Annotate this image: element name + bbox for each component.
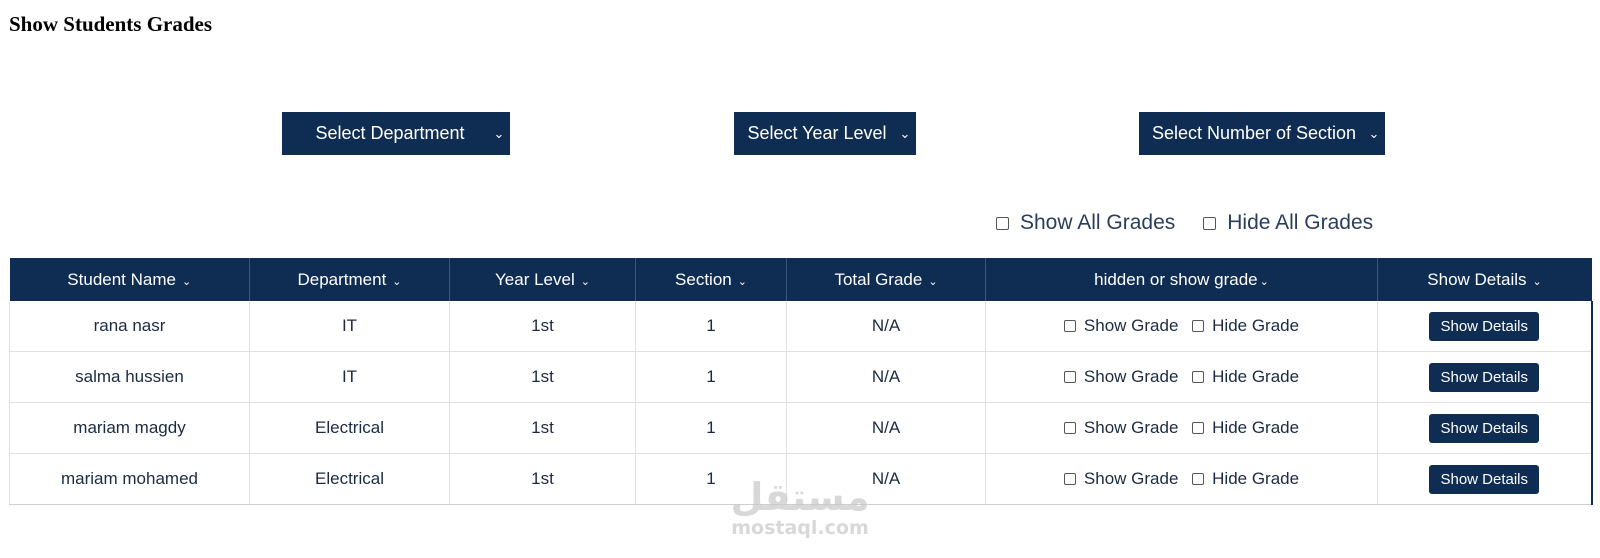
- section-select[interactable]: Select Number of Section ⌄: [1139, 112, 1385, 155]
- grade-visibility-cell: Show Grade Hide Grade: [985, 402, 1378, 454]
- chevron-down-icon: ⌄: [1532, 275, 1542, 288]
- show-grade-label: Show Grade: [1083, 366, 1179, 386]
- year-level-cell: 1st: [449, 301, 636, 352]
- header-department[interactable]: Department ⌄: [249, 258, 450, 301]
- total-grade-cell: N/A: [786, 351, 986, 403]
- show-grade-label: Show Grade: [1083, 315, 1179, 335]
- show-grade-toggle[interactable]: Show Grade: [1063, 468, 1179, 489]
- department-select[interactable]: Select Department ⌄: [282, 112, 510, 155]
- section-cell: 1: [635, 453, 787, 505]
- student-name-cell: mariam magdy: [9, 402, 250, 454]
- chevron-down-icon: ⌄: [737, 275, 747, 288]
- table-row: mariam mohamed Electrical 1st 1 N/A Show…: [9, 453, 1593, 505]
- show-details-cell: Show Details: [1377, 351, 1593, 403]
- year-level-cell: 1st: [449, 351, 636, 403]
- hide-grade-checkbox[interactable]: [1192, 421, 1205, 434]
- hide-grade-toggle[interactable]: Hide Grade: [1192, 469, 1299, 489]
- chevron-down-icon: ⌄: [928, 275, 938, 288]
- show-grade-checkbox[interactable]: [1063, 421, 1076, 434]
- total-grade-cell: N/A: [786, 402, 986, 454]
- table-row: rana nasr IT 1st 1 N/A Show Grade Hide G…: [9, 301, 1593, 352]
- show-details-button[interactable]: Show Details: [1429, 311, 1540, 341]
- show-grade-toggle[interactable]: Show Grade: [1063, 417, 1179, 438]
- chevron-down-icon: ⌄: [580, 275, 590, 288]
- table-row: mariam magdy Electrical 1st 1 N/A Show G…: [9, 402, 1593, 454]
- show-grade-checkbox[interactable]: [1063, 370, 1076, 383]
- department-cell: Electrical: [249, 453, 450, 505]
- header-total-grade[interactable]: Total Grade ⌄: [786, 258, 986, 301]
- student-name-cell: rana nasr: [9, 301, 250, 352]
- show-grade-toggle[interactable]: Show Grade: [1063, 315, 1179, 336]
- year-level-select[interactable]: Select Year Level ⌄: [734, 112, 916, 155]
- section-cell: 1: [635, 351, 787, 403]
- show-grade-checkbox[interactable]: [1063, 472, 1076, 485]
- department-cell: IT: [249, 301, 450, 352]
- hide-grade-checkbox[interactable]: [1192, 472, 1205, 485]
- section-cell: 1: [635, 402, 787, 454]
- page-title: Show Students Grades: [9, 12, 213, 36]
- show-grade-toggle[interactable]: Show Grade: [1063, 366, 1179, 387]
- student-name-cell: mariam mohamed: [9, 453, 250, 505]
- total-grade-cell: N/A: [786, 453, 986, 505]
- header-show-details[interactable]: Show Details ⌄: [1377, 258, 1592, 301]
- show-details-cell: Show Details: [1377, 301, 1593, 352]
- hide-grade-checkbox[interactable]: [1192, 319, 1205, 332]
- department-cell: IT: [249, 351, 450, 403]
- grades-table: Student Name ⌄ Department ⌄ Year Level ⌄ Se…: [9, 258, 1593, 505]
- global-grade-toggles: Show All Grades Hide All Grades: [996, 211, 1373, 235]
- year-level-cell: 1st: [449, 453, 636, 505]
- total-grade-cell: N/A: [786, 301, 986, 352]
- header-grade-visibility[interactable]: hidden or show grade ⌄: [985, 258, 1378, 301]
- show-details-button[interactable]: Show Details: [1429, 413, 1540, 443]
- table-header-row: Student Name ⌄ Department ⌄ Year Level ⌄ Se…: [9, 258, 1592, 301]
- year-level-select-label: Select Year Level: [747, 123, 887, 143]
- header-year-level[interactable]: Year Level ⌄: [449, 258, 636, 301]
- section-select-label: Select Number of Section: [1151, 123, 1357, 143]
- student-name-cell: salma hussien: [9, 351, 250, 403]
- hide-all-grades-label: Hide All Grades: [1227, 211, 1374, 234]
- watermark-latin-text: mostaql.com: [731, 517, 869, 539]
- section-cell: 1: [635, 301, 787, 352]
- header-student-name[interactable]: Student Name ⌄: [9, 258, 250, 301]
- grade-visibility-cell: Show Grade Hide Grade: [985, 301, 1378, 352]
- chevron-down-icon: ⌄: [899, 125, 911, 141]
- show-all-grades-checkbox[interactable]: [996, 216, 1009, 230]
- hide-grade-toggle[interactable]: Hide Grade: [1192, 316, 1299, 336]
- department-cell: Electrical: [249, 402, 450, 454]
- show-all-grades-label: Show All Grades: [1020, 211, 1176, 234]
- chevron-down-icon: ⌄: [1368, 125, 1380, 141]
- hide-grade-label: Hide Grade: [1212, 366, 1300, 386]
- hide-grade-label: Hide Grade: [1212, 417, 1300, 437]
- show-grade-checkbox[interactable]: [1063, 319, 1076, 332]
- show-details-button[interactable]: Show Details: [1429, 464, 1540, 494]
- hide-grade-toggle[interactable]: Hide Grade: [1192, 418, 1299, 438]
- show-grade-label: Show Grade: [1083, 417, 1179, 437]
- show-details-button[interactable]: Show Details: [1429, 362, 1540, 392]
- year-level-cell: 1st: [449, 402, 636, 454]
- grade-visibility-cell: Show Grade Hide Grade: [985, 453, 1378, 505]
- show-details-cell: Show Details: [1377, 453, 1593, 505]
- hide-grade-label: Hide Grade: [1212, 468, 1300, 488]
- grade-visibility-cell: Show Grade Hide Grade: [985, 351, 1378, 403]
- show-details-cell: Show Details: [1377, 402, 1593, 454]
- hide-grade-toggle[interactable]: Hide Grade: [1192, 367, 1299, 387]
- chevron-down-icon: ⌄: [392, 275, 402, 288]
- department-select-label: Select Department: [315, 123, 465, 143]
- chevron-down-icon: ⌄: [181, 275, 192, 288]
- hide-grade-label: Hide Grade: [1212, 315, 1300, 335]
- hide-grade-checkbox[interactable]: [1192, 370, 1205, 383]
- header-section[interactable]: Section ⌄: [635, 258, 787, 301]
- chevron-down-icon: ⌄: [493, 125, 505, 141]
- chevron-down-icon: ⌄: [1259, 275, 1269, 288]
- hide-all-grades-checkbox[interactable]: [1203, 216, 1217, 230]
- show-grade-label: Show Grade: [1083, 468, 1179, 488]
- table-row: salma hussien IT 1st 1 N/A Show Grade Hi…: [9, 351, 1593, 403]
